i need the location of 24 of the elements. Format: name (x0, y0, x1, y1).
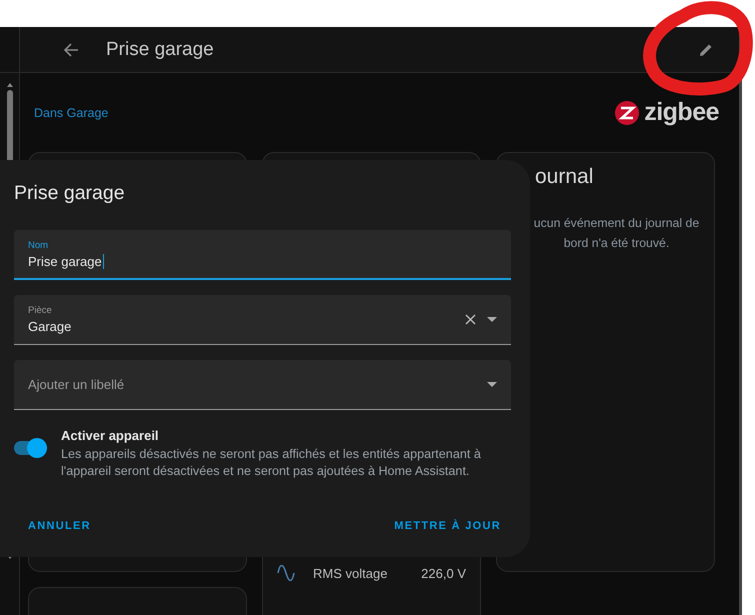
sensor-name: RMS voltage (313, 566, 388, 580)
edit-button[interactable] (699, 42, 713, 56)
zigbee-logo: zigbee (615, 98, 719, 127)
name-input-field[interactable]: Nom Prise garage (14, 230, 511, 280)
pencil-icon (699, 42, 713, 56)
card-title: ournal (534, 164, 594, 189)
update-button[interactable]: METTRE À JOUR (392, 516, 503, 536)
dialog-title: Prise garage (14, 182, 126, 205)
page-title: Prise garage (106, 38, 215, 60)
area-link[interactable]: Dans Garage (34, 106, 108, 120)
sine-wave-icon (277, 565, 295, 581)
cancel-button[interactable]: ANNULER (26, 516, 93, 536)
empty-message: ucun événement du journal de bord n'a été trouvé. (532, 215, 700, 252)
dropdown-caret-icon[interactable] (487, 382, 497, 387)
back-arrow-icon (63, 42, 79, 58)
sensor-value: 226,0 V (421, 566, 466, 580)
toggle-switch[interactable] (14, 441, 47, 455)
toggle-label: Activer appareil (61, 428, 160, 443)
clear-icon[interactable] (465, 314, 476, 325)
select-field[interactable]: Pièce Garage (14, 295, 511, 345)
back-button[interactable] (63, 42, 79, 58)
select-field[interactable]: Ajouter un libellé (14, 360, 511, 410)
toggle-description: Les appareils désactivés ne seront pas affichés et les entités appartenant à l'appareil seront désactivées et ne seront pas ajoutées à Home Assistant. (61, 446, 482, 480)
dropdown-caret-icon[interactable] (487, 317, 497, 322)
